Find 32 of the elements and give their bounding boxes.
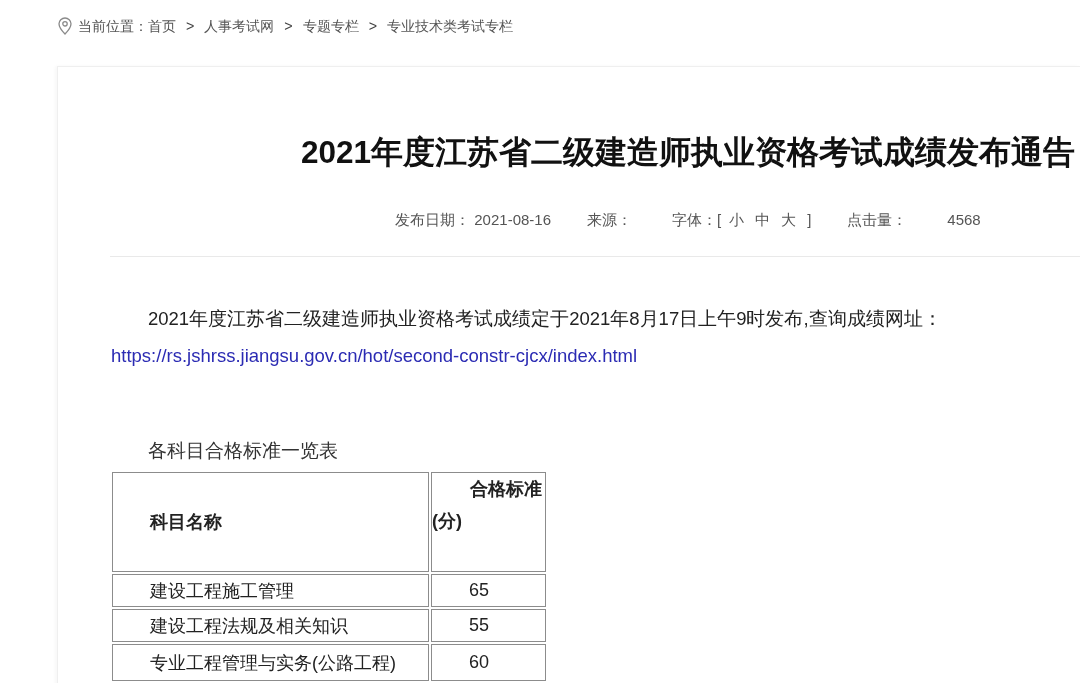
table-cell: 专业工程管理与实务(公路工程) <box>112 644 429 681</box>
breadcrumb-link[interactable]: 专业技术类考试专栏 <box>387 16 514 36</box>
location-pin-icon <box>58 17 72 35</box>
table-caption: 各科目合格标准一览表 <box>148 439 338 463</box>
table-header-cell: 合格标准(分) <box>431 472 546 572</box>
font-size-link[interactable]: 小 <box>729 210 745 230</box>
date-label: 发布日期： <box>395 210 471 230</box>
table-cell: 建设工程施工管理 <box>112 574 429 607</box>
font-size-bracket: [ <box>717 210 722 230</box>
table-cell: 65 <box>431 574 546 607</box>
breadcrumb-separator: > <box>186 18 195 34</box>
hits-count: 4568 <box>947 210 981 230</box>
publish-date: 2021-08-16 <box>474 210 551 230</box>
article-paragraph: 2021年度江苏省二级建造师执业资格考试成绩定于2021年8月17日上午9时发布,查询成绩网址： <box>147 307 942 331</box>
table-header-cell: 科目名称 <box>112 472 429 572</box>
breadcrumb-label: 当前位置： <box>78 16 148 36</box>
breadcrumb-separator: > <box>284 18 293 34</box>
font-size-label: 字体： <box>672 210 717 230</box>
table-cell: 60 <box>431 644 546 681</box>
table-cell: 建设工程法规及相关知识 <box>112 609 429 642</box>
score-query-link[interactable]: https://rs.jshrss.jiangsu.gov.cn/hot/second-constr-cjcx/index.html <box>111 337 638 374</box>
hits-label: 点击量： <box>847 210 908 230</box>
article-title: 2021年度江苏省二级建造师执业资格考试成绩发布通告 <box>300 133 1076 171</box>
breadcrumb-link[interactable]: 专题专栏 <box>302 16 359 36</box>
breadcrumb-link[interactable]: 人事考试网 <box>204 16 275 36</box>
font-size-link[interactable]: 中 <box>755 210 771 230</box>
breadcrumb-link[interactable]: 首页 <box>148 16 176 36</box>
font-size-link[interactable]: 大 <box>781 210 797 230</box>
table-cell: 55 <box>431 609 546 642</box>
breadcrumb-separator: > <box>368 18 378 34</box>
source-label: 来源： <box>587 210 632 230</box>
font-size-bracket: ] <box>807 210 812 230</box>
